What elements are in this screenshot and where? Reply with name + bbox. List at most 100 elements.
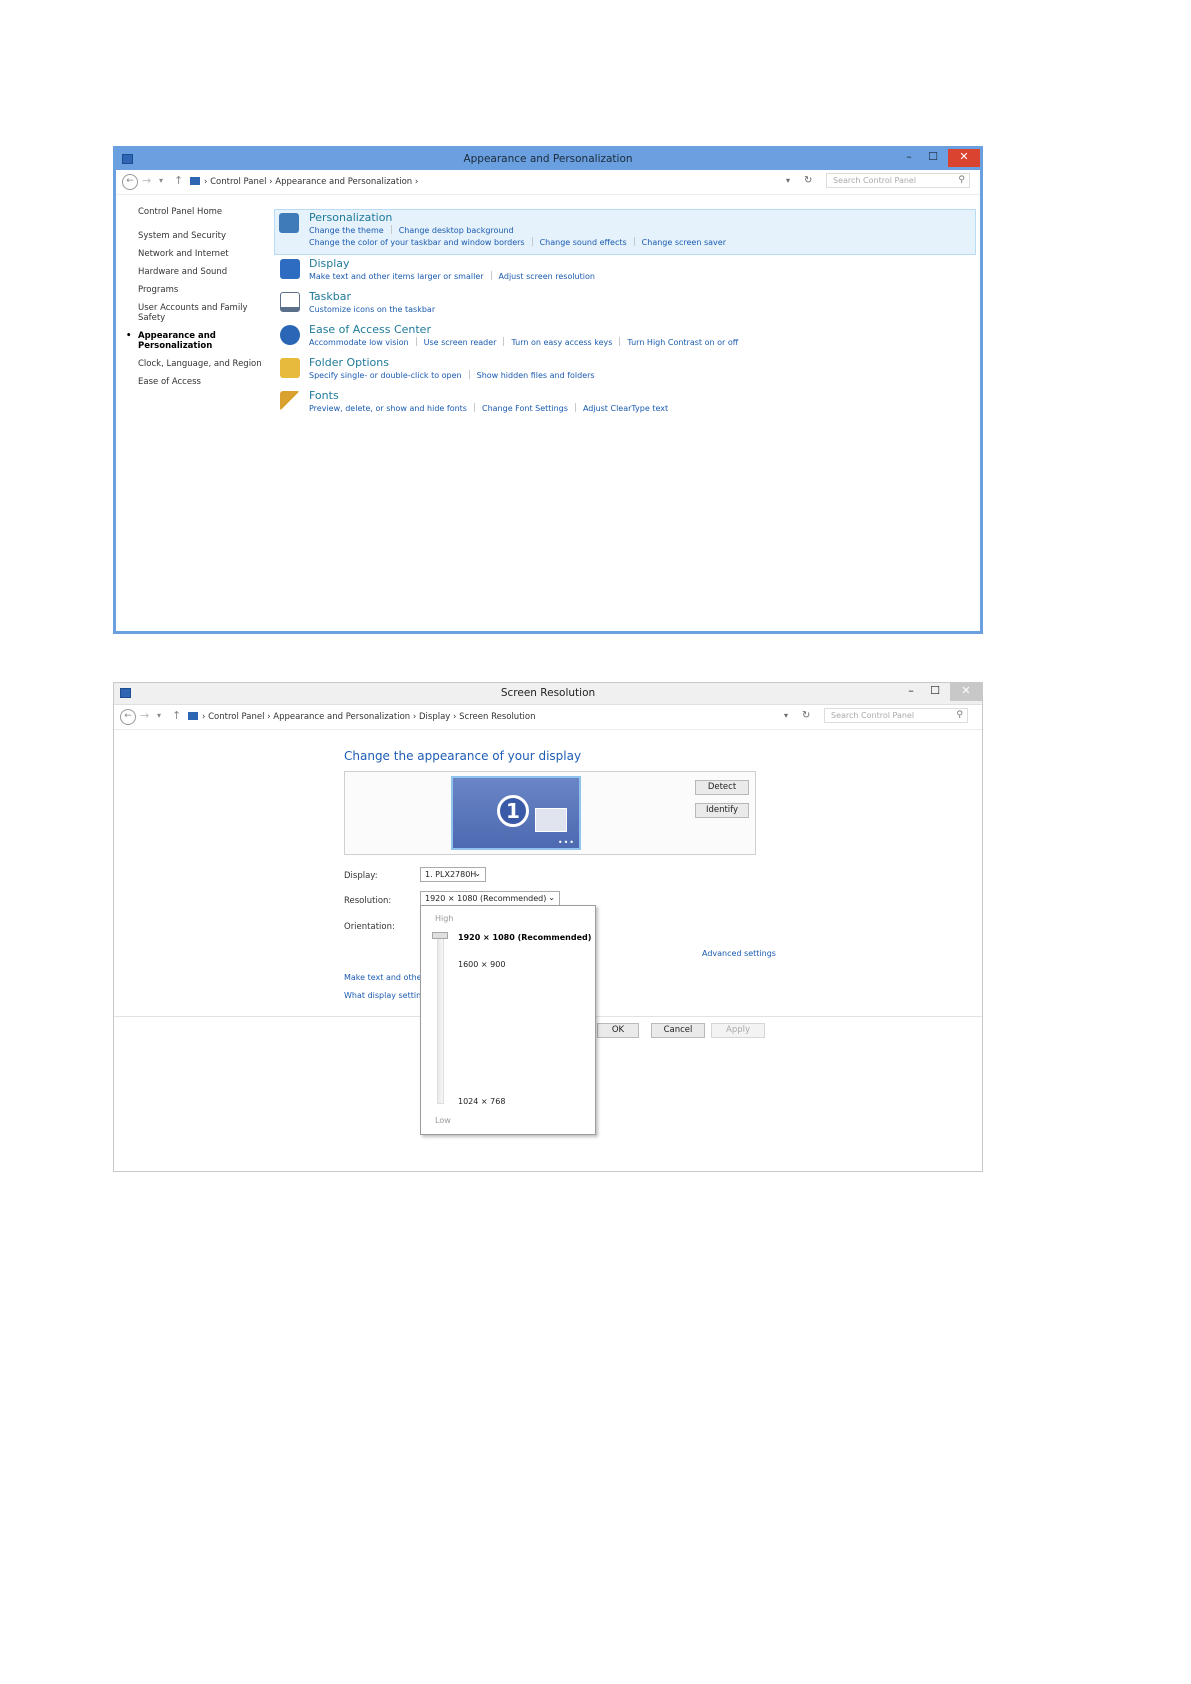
up-arrow-icon[interactable]: ↑ [172, 709, 181, 722]
category-link[interactable]: Turn on easy access keys [511, 338, 612, 347]
maximize-button[interactable]: ☐ [922, 683, 948, 701]
category-title[interactable]: Ease of Access Center [309, 322, 976, 337]
category-link[interactable]: Change desktop background [399, 226, 514, 235]
resolution-slider-thumb[interactable] [432, 932, 448, 939]
identify-button[interactable]: Identify [695, 803, 749, 818]
category-link[interactable]: Change Font Settings [482, 404, 568, 413]
folder-icon [280, 358, 300, 378]
display-select[interactable]: 1. PLX2780H ⌄ [420, 867, 486, 882]
sidebar-item-clock-language[interactable]: Clock, Language, and Region [138, 359, 263, 369]
title-bar[interactable]: Screen Resolution – ☐ ✕ [114, 683, 982, 705]
breadcrumb-item[interactable]: Control Panel [210, 177, 266, 187]
minimize-button[interactable]: – [898, 683, 924, 701]
category-taskbar: Taskbar Customize icons on the taskbar [276, 289, 976, 322]
refresh-icon[interactable]: ↻ [804, 175, 812, 186]
recent-pages-chevron-icon[interactable]: ▾ [157, 711, 161, 720]
back-arrow-icon[interactable]: ← [122, 174, 138, 190]
category-link[interactable]: Accommodate low vision [309, 338, 409, 347]
chevron-down-icon: ⌄ [548, 893, 555, 902]
category-title[interactable]: Folder Options [309, 355, 976, 370]
breadcrumb-item[interactable]: Control Panel [208, 712, 264, 722]
chevron-down-icon[interactable]: ▾ [786, 176, 790, 185]
computer-icon [190, 177, 200, 185]
category-link[interactable]: Make text and other items larger or smal… [309, 272, 484, 281]
recent-pages-chevron-icon[interactable]: ▾ [159, 176, 163, 185]
window-title: Appearance and Personalization [463, 153, 633, 165]
search-icon[interactable]: ⚲ [958, 175, 965, 185]
maximize-button[interactable]: ☐ [920, 149, 946, 167]
breadcrumb-item[interactable]: Display [419, 712, 450, 722]
category-link[interactable]: Use screen reader [424, 338, 497, 347]
category-link[interactable]: Change screen saver [642, 238, 726, 247]
category-link[interactable]: Change the color of your taskbar and win… [309, 238, 525, 247]
apply-button[interactable]: Apply [711, 1023, 765, 1038]
ease-of-access-icon [280, 325, 300, 345]
slider-low-label: Low [435, 1116, 451, 1125]
sidebar-item-ease-of-access[interactable]: Ease of Access [138, 377, 263, 387]
sidebar-item-network[interactable]: Network and Internet [138, 249, 263, 259]
category-link[interactable]: Show hidden files and folders [477, 371, 595, 380]
resolution-option[interactable]: 1600 × 900 [458, 960, 505, 969]
category-list: Personalization Change the theme Change d… [274, 209, 976, 421]
sidebar-item-system-security[interactable]: System and Security [138, 231, 263, 241]
category-link[interactable]: Change sound effects [540, 238, 627, 247]
resolution-label: Resolution: [344, 896, 392, 906]
resolution-select-value: 1920 × 1080 (Recommended) [425, 894, 547, 903]
monitor-preview[interactable]: 1 ••• [451, 776, 581, 850]
ok-button[interactable]: OK [597, 1023, 639, 1038]
display-icon [280, 259, 300, 279]
close-button[interactable]: ✕ [950, 683, 982, 701]
category-link[interactable]: Specify single- or double-click to open [309, 371, 462, 380]
category-title[interactable]: Fonts [309, 388, 976, 403]
breadcrumb-item[interactable]: Appearance and Personalization [273, 712, 410, 722]
sidebar-item-programs[interactable]: Programs [138, 285, 263, 295]
breadcrumb-item[interactable]: Screen Resolution [459, 712, 535, 722]
breadcrumb-item[interactable]: Appearance and Personalization [275, 177, 412, 187]
refresh-icon[interactable]: ↻ [802, 710, 810, 721]
personalization-icon [279, 213, 299, 233]
category-title[interactable]: Personalization [309, 210, 975, 225]
forward-arrow-icon[interactable]: → [140, 709, 149, 722]
resolution-option[interactable]: 1920 × 1080 (Recommended) [458, 933, 591, 942]
search-input[interactable]: Search Control Panel ⚲ [826, 173, 970, 188]
sidebar: Control Panel Home System and Security N… [126, 207, 263, 395]
up-arrow-icon[interactable]: ↑ [174, 174, 183, 187]
category-personalization: Personalization Change the theme Change d… [274, 209, 976, 255]
category-link[interactable]: Adjust ClearType text [583, 404, 668, 413]
detect-button[interactable]: Detect [695, 780, 749, 795]
what-display-settings-link[interactable]: What display settin [344, 991, 421, 1000]
title-bar[interactable]: Appearance and Personalization – ☐ ✕ [116, 149, 980, 170]
search-placeholder: Search Control Panel [833, 176, 917, 185]
category-title[interactable]: Display [309, 256, 976, 271]
display-label: Display: [344, 871, 378, 881]
forward-arrow-icon[interactable]: → [142, 174, 151, 187]
address-bar: ← → ▾ ↑ › Control Panel › Appearance and… [114, 705, 982, 730]
category-link[interactable]: Change the theme [309, 226, 384, 235]
category-link[interactable]: Adjust screen resolution [499, 272, 595, 281]
search-input[interactable]: Search Control Panel ⚲ [824, 708, 968, 723]
cancel-button[interactable]: Cancel [651, 1023, 705, 1038]
back-arrow-icon[interactable]: ← [120, 709, 136, 725]
category-link[interactable]: Preview, delete, or show and hide fonts [309, 404, 467, 413]
resolution-select[interactable]: 1920 × 1080 (Recommended) ⌄ [420, 891, 560, 906]
category-title[interactable]: Taskbar [309, 289, 976, 304]
category-link[interactable]: Customize icons on the taskbar [309, 305, 435, 314]
category-ease-of-access: Ease of Access Center Accommodate low vi… [276, 322, 976, 355]
sidebar-item-home[interactable]: Control Panel Home [138, 207, 263, 217]
minimize-button[interactable]: – [896, 149, 922, 167]
advanced-settings-link[interactable]: Advanced settings [702, 949, 776, 958]
close-button[interactable]: ✕ [948, 149, 980, 167]
sidebar-item-hardware[interactable]: Hardware and Sound [138, 267, 263, 277]
display-select-value: 1. PLX2780H [425, 870, 477, 879]
appearance-window: Appearance and Personalization – ☐ ✕ ← →… [113, 146, 983, 634]
screen-resolution-window: Screen Resolution – ☐ ✕ ← → ▾ ↑ › Contro… [113, 682, 983, 1172]
resolution-slider-track[interactable] [437, 934, 444, 1104]
category-link[interactable]: Turn High Contrast on or off [627, 338, 738, 347]
resolution-option[interactable]: 1024 × 768 [458, 1097, 505, 1106]
search-icon[interactable]: ⚲ [956, 710, 963, 720]
ellipsis-icon: ••• [557, 838, 575, 847]
make-text-larger-link[interactable]: Make text and other [344, 973, 425, 982]
sidebar-item-user-accounts[interactable]: User Accounts and Family Safety [138, 303, 263, 323]
sidebar-item-appearance[interactable]: Appearance and Personalization [126, 331, 263, 351]
chevron-down-icon[interactable]: ▾ [784, 711, 788, 720]
